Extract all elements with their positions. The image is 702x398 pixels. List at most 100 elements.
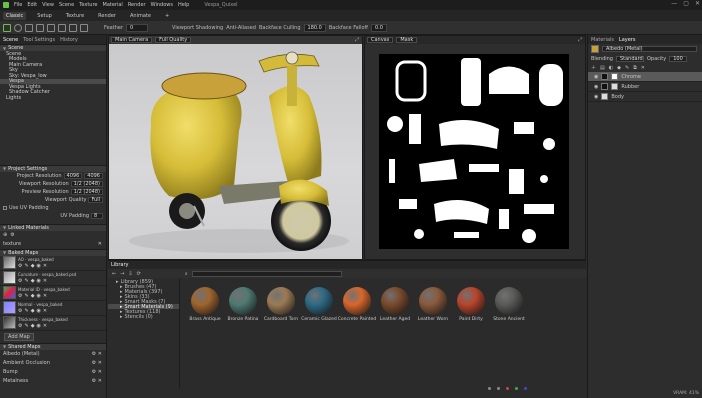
shared-maps-header[interactable]: ▼ Shared Maps — [0, 342, 106, 350]
use-uv-checkbox[interactable] — [3, 205, 7, 210]
material-tile[interactable]: Brass Antique — [188, 287, 222, 322]
eye-icon[interactable]: ◉ — [594, 74, 598, 80]
menu-file[interactable]: File — [14, 2, 22, 8]
delete-icon[interactable]: ✕ — [43, 308, 47, 314]
channel-row[interactable]: Bump ⚙ ✕ — [0, 368, 106, 377]
feather-field[interactable]: 0 — [126, 23, 149, 32]
eye-icon[interactable]: ◉ — [37, 308, 41, 314]
fill-icon[interactable]: ◆ — [617, 65, 621, 71]
brush-icon[interactable]: ✎ — [24, 278, 28, 284]
settings-icon[interactable]: ⚙ — [10, 232, 14, 238]
tab-layers[interactable]: Layers — [619, 37, 636, 43]
viewport-shadowing-label[interactable]: Viewport Shadowing — [172, 25, 223, 31]
material-tile[interactable]: Cardboard Torn — [264, 287, 298, 322]
baked-map-row[interactable]: AO · vespa_baked ⚙ ✎ ◆ ◉ ✕ — [0, 256, 106, 271]
tab-render[interactable]: Render — [95, 12, 119, 20]
gear-icon[interactable]: ⚙ — [92, 360, 96, 366]
remove-icon[interactable]: ✕ — [98, 241, 102, 247]
eye-icon[interactable]: ◉ — [37, 323, 41, 329]
material-tile[interactable]: Leather Aged — [378, 287, 412, 322]
import-icon[interactable]: ⇩ — [128, 271, 132, 277]
select-circle-icon[interactable] — [14, 23, 22, 32]
fill-icon[interactable]: ◆ — [31, 323, 35, 329]
fill-icon[interactable]: ◆ — [31, 308, 35, 314]
tab-animate[interactable]: Animate — [127, 12, 154, 20]
opacity-field[interactable]: 100 — [669, 55, 687, 62]
channel-row[interactable]: Albedo (Metal) ⚙ ✕ — [0, 350, 106, 359]
menu-scene[interactable]: Scene — [59, 2, 74, 8]
menu-view[interactable]: View — [42, 2, 54, 8]
delete-icon[interactable]: ✕ — [43, 263, 47, 269]
delete-icon[interactable]: ✕ — [43, 293, 47, 299]
maximize-icon[interactable]: ▢ — [683, 0, 689, 7]
delete-icon[interactable]: ✕ — [98, 351, 102, 357]
scene-item[interactable]: Lights — [0, 95, 106, 101]
fill-icon[interactable]: ◆ — [31, 293, 35, 299]
eye-icon[interactable]: ◉ — [594, 84, 598, 90]
gear-icon[interactable]: ⚙ — [18, 323, 22, 329]
project-settings-header[interactable]: ▼ Project Settings — [0, 164, 106, 172]
folder-icon[interactable]: ▤ — [600, 65, 605, 71]
brush-icon[interactable]: ✎ — [24, 293, 28, 299]
dot-icon[interactable] — [488, 387, 491, 390]
library-search-input[interactable] — [191, 270, 342, 277]
clone-icon[interactable] — [80, 23, 88, 32]
menu-texture[interactable]: Texture — [79, 2, 97, 8]
material-tile[interactable]: Bronze Patina — [226, 287, 260, 322]
menu-help[interactable]: Help — [178, 2, 189, 8]
backface-culling-field[interactable]: 180.0 — [303, 23, 326, 32]
menu-edit[interactable]: Edit — [27, 2, 37, 8]
canvas-dropdown[interactable]: Canvas — [367, 37, 394, 43]
channel-dropdown[interactable]: Mask — [396, 37, 418, 43]
tab-setup[interactable]: Setup — [34, 12, 55, 20]
baked-map-row[interactable]: Normal · vespa_baked ⚙ ✎ ◆ ◉ ✕ — [0, 301, 106, 316]
material-tile[interactable]: Paint Dirty — [454, 287, 488, 322]
refresh-icon[interactable]: ⟳ — [137, 271, 141, 277]
delete-icon[interactable]: ✕ — [98, 369, 102, 375]
material-tile[interactable]: Ceramic Glazed — [301, 287, 337, 322]
library-tree-item[interactable]: ▸ Stencils (0) — [108, 314, 179, 320]
viewport-quality-dropdown[interactable]: Full — [88, 196, 103, 203]
polygon-select-icon[interactable] — [36, 23, 44, 32]
minimize-icon[interactable]: — — [671, 0, 677, 7]
add-map-button[interactable]: Add Map — [4, 332, 34, 341]
delete-icon[interactable]: ✕ — [641, 65, 645, 71]
project-resolution-field-2[interactable]: 4096 — [84, 172, 103, 179]
baked-map-row[interactable]: Material ID · vespa_baked ⚙ ✎ ◆ ◉ ✕ — [0, 286, 106, 301]
gear-icon[interactable]: ⚙ — [92, 351, 96, 357]
viewport-3d[interactable]: Main Camera Full Quality ⤢ — [108, 35, 363, 260]
delete-icon[interactable]: ✕ — [43, 278, 47, 284]
viewport-resolution-dropdown[interactable]: 1/2 (2048) — [70, 180, 103, 187]
tab-library[interactable]: Library — [111, 262, 128, 268]
baked-maps-header[interactable]: ▼ Baked Maps — [0, 248, 106, 256]
gear-icon[interactable]: ⚙ — [18, 293, 22, 299]
eye-icon[interactable]: ◉ — [594, 94, 598, 100]
uv-padding-field[interactable]: 8 — [91, 212, 103, 219]
menu-material[interactable]: Material — [103, 2, 123, 8]
brush-icon[interactable]: ✎ — [24, 323, 28, 329]
dot-icon[interactable] — [506, 387, 509, 390]
dot-icon[interactable] — [524, 387, 527, 390]
delete-icon[interactable]: ✕ — [98, 378, 102, 384]
eye-icon[interactable]: ◉ — [37, 263, 41, 269]
baked-map-row[interactable]: Curvature · vespa_baked.psd ⚙ ✎ ◆ ◉ ✕ — [0, 271, 106, 286]
material-tile[interactable]: Leather Worn — [416, 287, 450, 322]
linked-materials-header[interactable]: ▼ Linked Materials — [0, 223, 106, 231]
dot-icon[interactable] — [515, 387, 518, 390]
layer-row[interactable]: ◉ Rubber — [588, 82, 702, 92]
tab-history[interactable]: History — [60, 37, 78, 43]
fill-icon[interactable] — [47, 23, 55, 32]
erase-icon[interactable] — [69, 23, 77, 32]
add-layer-icon[interactable]: ＋ — [591, 64, 596, 71]
add-tab-button[interactable]: + — [162, 12, 172, 20]
forward-icon[interactable]: → — [120, 271, 124, 277]
uv-mask-canvas[interactable] — [379, 54, 569, 249]
gear-icon[interactable]: ⚙ — [92, 369, 96, 375]
blending-dropdown[interactable]: Standard — [615, 55, 644, 62]
material-dropdown[interactable]: Albedo (Metal) — [602, 46, 697, 52]
eye-icon[interactable]: ◉ — [37, 293, 41, 299]
material-tile[interactable]: Concrete Painted — [338, 287, 376, 322]
tab-classic[interactable]: Classic — [3, 11, 27, 20]
search-icon[interactable]: ⌕ — [185, 271, 188, 277]
channel-row[interactable]: Metalness ⚙ ✕ — [0, 377, 106, 386]
